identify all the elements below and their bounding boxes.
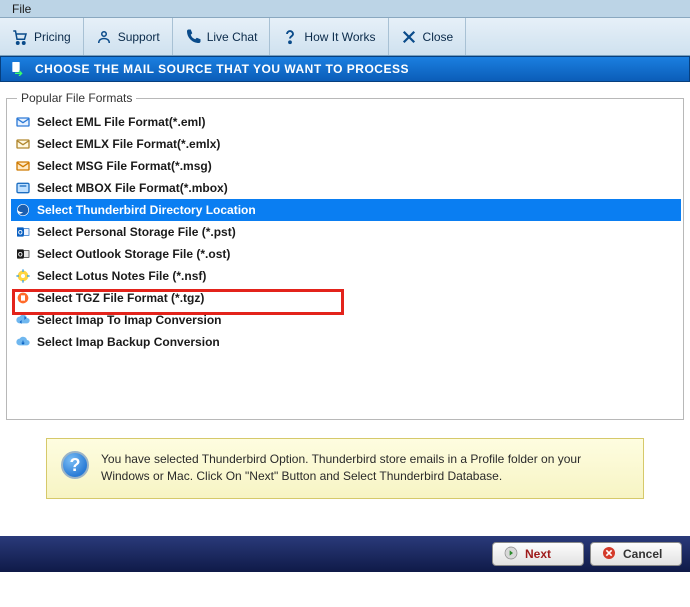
envelope-icon — [15, 136, 31, 152]
bottom-bar: Next Cancel — [0, 536, 690, 572]
format-tgz[interactable]: Select TGZ File Format (*.tgz) — [11, 287, 681, 309]
format-imap-to-imap[interactable]: Select Imap To Imap Conversion — [11, 309, 681, 331]
format-label: Select Personal Storage File (*.pst) — [37, 225, 236, 239]
svg-text:O: O — [18, 231, 23, 237]
format-label: Select Thunderbird Directory Location — [37, 203, 256, 217]
cloud-sync-icon — [15, 312, 31, 328]
lotus-icon — [15, 268, 31, 284]
pricing-label: Pricing — [34, 30, 71, 44]
wizard-header: CHOOSE THE MAIL SOURCE THAT YOU WANT TO … — [0, 56, 690, 82]
close-icon — [401, 29, 417, 45]
pricing-button[interactable]: Pricing — [0, 18, 84, 55]
format-label: Select EML File Format(*.eml) — [37, 115, 206, 129]
format-emlx[interactable]: Select EMLX File Format(*.emlx) — [11, 133, 681, 155]
info-panel: ? You have selected Thunderbird Option. … — [46, 438, 644, 499]
group-legend: Popular File Formats — [17, 91, 136, 105]
outlook-icon: O — [15, 224, 31, 240]
howitworks-label: How It Works — [304, 30, 375, 44]
outlook-dark-icon: O — [15, 246, 31, 262]
format-label: Select MSG File Format(*.msg) — [37, 159, 212, 173]
wizard-header-title: CHOOSE THE MAIL SOURCE THAT YOU WANT TO … — [35, 62, 409, 76]
format-thunderbird[interactable]: Select Thunderbird Directory Location — [11, 199, 681, 221]
cancel-button[interactable]: Cancel — [590, 542, 682, 566]
info-text: You have selected Thunderbird Option. Th… — [101, 451, 629, 486]
menu-bar: File — [0, 0, 690, 18]
howitworks-button[interactable]: How It Works — [270, 18, 388, 55]
mbox-icon — [15, 180, 31, 196]
next-button[interactable]: Next — [492, 542, 584, 566]
tgz-icon — [15, 290, 31, 306]
menu-file[interactable]: File — [6, 1, 37, 17]
phone-icon — [185, 29, 201, 45]
format-eml[interactable]: Select EML File Format(*.eml) — [11, 111, 681, 133]
cancel-label: Cancel — [623, 547, 662, 561]
livechat-button[interactable]: Live Chat — [173, 18, 271, 55]
close-label: Close — [423, 30, 454, 44]
close-button[interactable]: Close — [389, 18, 467, 55]
svg-text:O: O — [18, 253, 23, 259]
arrow-right-circle-icon — [503, 545, 519, 564]
format-label: Select Outlook Storage File (*.ost) — [37, 247, 230, 261]
format-label: Select Imap To Imap Conversion — [37, 313, 222, 327]
format-label: Select TGZ File Format (*.tgz) — [37, 291, 204, 305]
cancel-circle-icon — [601, 545, 617, 564]
format-msg[interactable]: Select MSG File Format(*.msg) — [11, 155, 681, 177]
next-label: Next — [525, 547, 551, 561]
toolbar: Pricing Support Live Chat How It Works C… — [0, 18, 690, 56]
question-circle-icon: ? — [61, 451, 89, 479]
format-label: Select Imap Backup Conversion — [37, 335, 220, 349]
format-ost[interactable]: O Select Outlook Storage File (*.ost) — [11, 243, 681, 265]
content-area: Popular File Formats Select EML File For… — [0, 82, 690, 505]
headset-icon — [96, 29, 112, 45]
format-mbox[interactable]: Select MBOX File Format(*.mbox) — [11, 177, 681, 199]
format-label: Select MBOX File Format(*.mbox) — [37, 181, 228, 195]
support-label: Support — [118, 30, 160, 44]
popular-formats-group: Popular File Formats Select EML File For… — [6, 98, 684, 420]
thunderbird-icon — [15, 202, 31, 218]
format-imap-backup[interactable]: Select Imap Backup Conversion — [11, 331, 681, 353]
cart-icon — [12, 29, 28, 45]
format-pst[interactable]: O Select Personal Storage File (*.pst) — [11, 221, 681, 243]
document-arrow-icon — [9, 60, 25, 79]
mail-icon — [15, 114, 31, 130]
format-list: Select EML File Format(*.eml) Select EML… — [11, 111, 681, 353]
format-nsf[interactable]: Select Lotus Notes File (*.nsf) — [11, 265, 681, 287]
format-label: Select EMLX File Format(*.emlx) — [37, 137, 220, 151]
msg-icon — [15, 158, 31, 174]
support-button[interactable]: Support — [84, 18, 173, 55]
format-label: Select Lotus Notes File (*.nsf) — [37, 269, 206, 283]
livechat-label: Live Chat — [207, 30, 258, 44]
question-icon — [282, 29, 298, 45]
cloud-backup-icon — [15, 334, 31, 350]
